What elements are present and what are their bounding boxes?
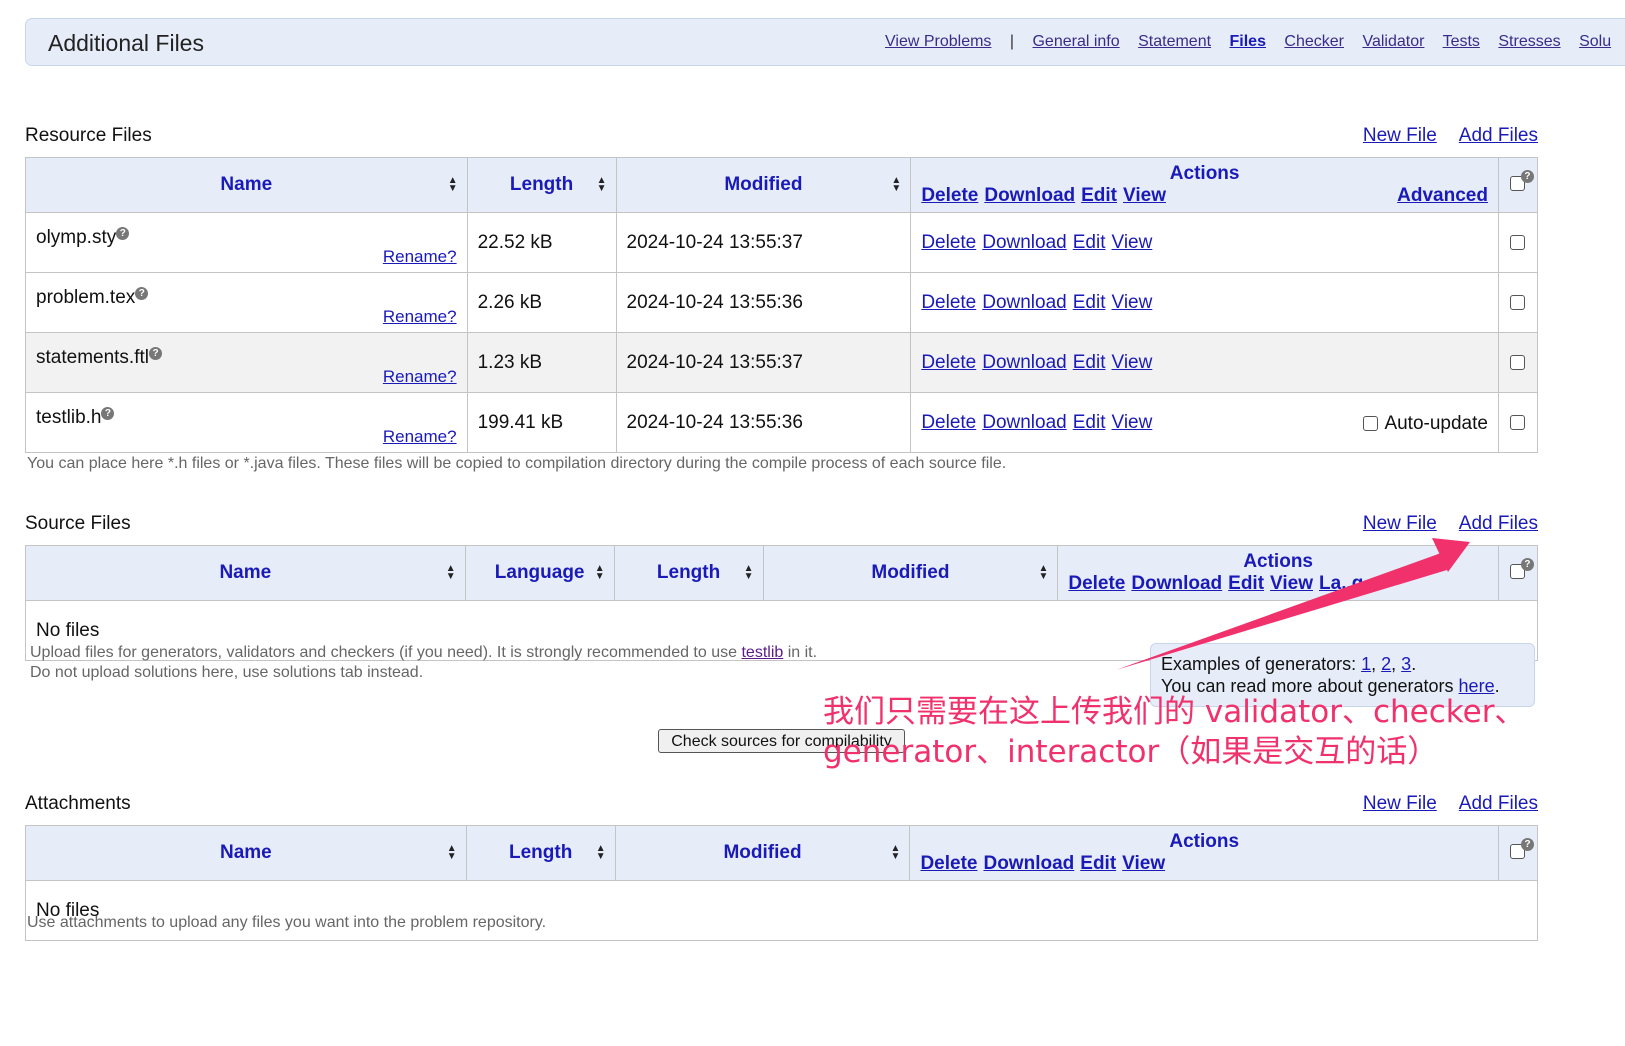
attachments-add-files-link[interactable]: Add Files bbox=[1459, 793, 1538, 814]
arrow-shaft bbox=[1116, 553, 1447, 670]
actions-label: Actions bbox=[1169, 831, 1240, 852]
bulk-view-link[interactable]: View bbox=[1122, 853, 1165, 874]
bulk-actions: Delete Download Edit View bbox=[920, 853, 1171, 875]
sort-icon: ▲ ▼ bbox=[890, 843, 901, 862]
col-name-header[interactable]: Name ▲ ▼ bbox=[25, 825, 467, 881]
col-modified-header[interactable]: Modified ▲ ▼ bbox=[614, 825, 911, 881]
table-header-row: Name ▲ ▼ Length ▲ ▼ Modified ▲ ▼ Actions Delet… bbox=[25, 825, 1538, 881]
attachments-note: Use attachments to upload any files you … bbox=[27, 914, 547, 931]
sort-icon: ▲ ▼ bbox=[595, 843, 606, 862]
attachments-title: Attachments bbox=[25, 793, 131, 814]
help-icon: ? bbox=[1521, 838, 1534, 851]
attachments-top-links: New File Add Files bbox=[1341, 793, 1538, 815]
bulk-edit-link[interactable]: Edit bbox=[1080, 853, 1116, 874]
select-all-header: ? bbox=[1498, 825, 1538, 881]
bulk-download-link[interactable]: Download bbox=[983, 853, 1074, 874]
annotation-text: 我们只需要在这上传我们的 validator、checker、 generato… bbox=[823, 694, 1526, 770]
attachments-new-file-link[interactable]: New File bbox=[1363, 793, 1437, 814]
bulk-delete-link[interactable]: Delete bbox=[920, 853, 977, 874]
col-actions-header: Actions Delete Download Edit View bbox=[909, 825, 1499, 881]
sort-icon: ▲ ▼ bbox=[446, 843, 457, 862]
col-length-header[interactable]: Length ▲ ▼ bbox=[465, 825, 616, 881]
